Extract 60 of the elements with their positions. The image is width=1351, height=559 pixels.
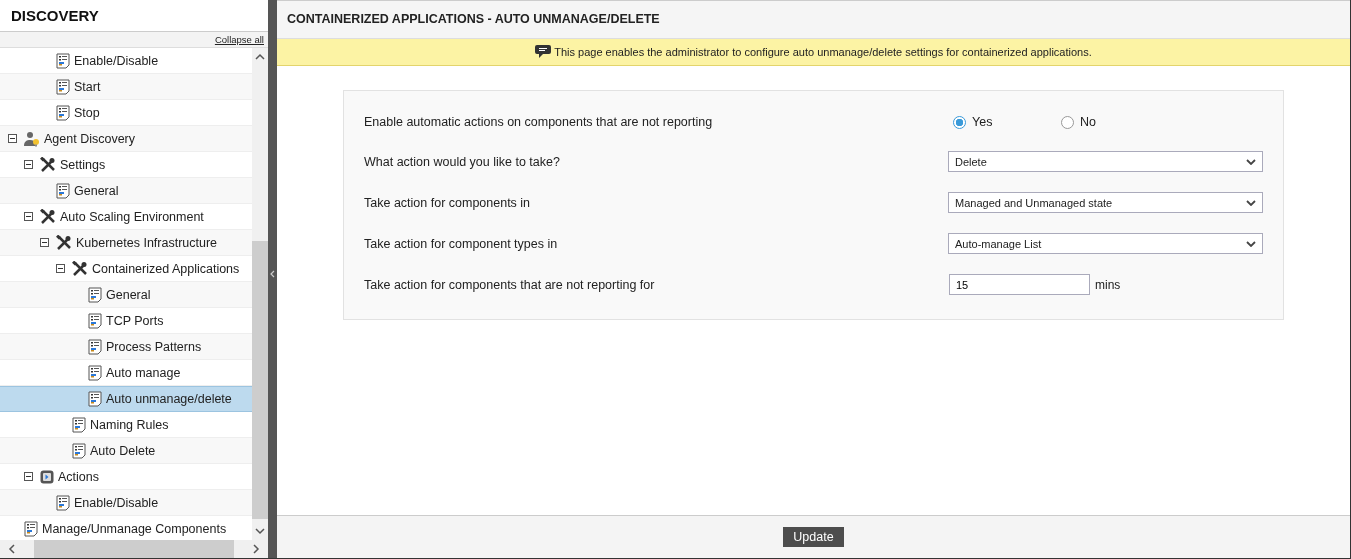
document-icon xyxy=(88,364,102,381)
chevron-down-icon xyxy=(1246,158,1256,165)
tree-item[interactable]: Agent Discovery xyxy=(0,126,252,152)
page-title: CONTAINERIZED APPLICATIONS - AUTO UNMANAGE/DELETE xyxy=(277,1,1350,39)
tree-item[interactable]: Enable/Disable xyxy=(0,490,252,516)
field-label: Take action for components that are not reporting for xyxy=(364,277,656,292)
dropdown[interactable]: Delete xyxy=(948,151,1263,172)
dropdown[interactable]: Managed and Unmanaged state xyxy=(948,192,1263,213)
update-button[interactable]: Update xyxy=(783,527,844,547)
document-icon xyxy=(72,442,86,459)
tools-icon xyxy=(40,156,56,173)
scroll-down-icon[interactable] xyxy=(255,527,265,535)
tree-item[interactable]: Auto Delete xyxy=(0,438,252,464)
document-icon xyxy=(56,52,70,69)
radio-option[interactable]: Yes xyxy=(953,115,1057,129)
speech-bubble-icon xyxy=(535,45,552,59)
document-icon xyxy=(56,78,70,95)
document-icon xyxy=(88,286,102,303)
tools-icon xyxy=(56,234,72,251)
scroll-left-icon[interactable] xyxy=(8,544,16,554)
field-label: What action would you like to take? xyxy=(364,154,561,169)
tree-item[interactable]: General xyxy=(0,282,252,308)
collapse-toggle-icon[interactable] xyxy=(40,238,49,247)
collapse-toggle-icon[interactable] xyxy=(24,472,33,481)
document-icon xyxy=(88,312,102,329)
tools-icon xyxy=(72,260,88,277)
chevron-down-icon xyxy=(1246,240,1256,247)
info-text: This page enables the administrator to configure auto unmanage/delete settings for containerized applications. xyxy=(554,46,1092,58)
vertical-scrollbar[interactable] xyxy=(252,48,268,540)
user-bulb-icon xyxy=(24,130,40,147)
document-icon xyxy=(72,416,86,433)
collapse-toggle-icon[interactable] xyxy=(24,160,33,169)
field-label: Enable automatic actions on components that are not reporting xyxy=(364,115,714,129)
document-icon xyxy=(56,494,70,511)
minutes-input[interactable]: 15 xyxy=(949,274,1090,295)
document-icon xyxy=(24,520,38,537)
tree-item[interactable]: Process Patterns xyxy=(0,334,252,360)
radio-option[interactable]: No xyxy=(1061,115,1165,129)
collapse-toggle-icon[interactable] xyxy=(24,212,33,221)
scroll-up-icon[interactable] xyxy=(255,53,265,61)
collapse-all-link[interactable]: Collapse all xyxy=(214,34,264,45)
document-icon xyxy=(88,338,102,355)
chevron-down-icon xyxy=(1246,199,1256,206)
collapse-toggle-icon[interactable] xyxy=(8,134,17,143)
collapse-toggle-icon[interactable] xyxy=(56,264,65,273)
scroll-right-icon[interactable] xyxy=(252,544,260,554)
tree-item[interactable]: Kubernetes Infrastructure xyxy=(0,230,252,256)
tree-item[interactable]: Start xyxy=(0,74,252,100)
field-label: Take action for component types in xyxy=(364,236,559,251)
field-label: Take action for components in xyxy=(364,195,532,210)
tree-item[interactable]: General xyxy=(0,178,252,204)
horizontal-scrollbar[interactable] xyxy=(0,540,268,558)
document-icon xyxy=(88,391,102,407)
document-icon xyxy=(56,182,70,199)
play-icon xyxy=(40,469,54,484)
tools-icon xyxy=(40,208,56,225)
tree-item[interactable]: Auto unmanage/delete xyxy=(0,386,252,412)
document-icon xyxy=(56,104,70,121)
dropdown[interactable]: Auto-manage List xyxy=(948,233,1263,254)
unit-label: mins xyxy=(1095,277,1121,292)
